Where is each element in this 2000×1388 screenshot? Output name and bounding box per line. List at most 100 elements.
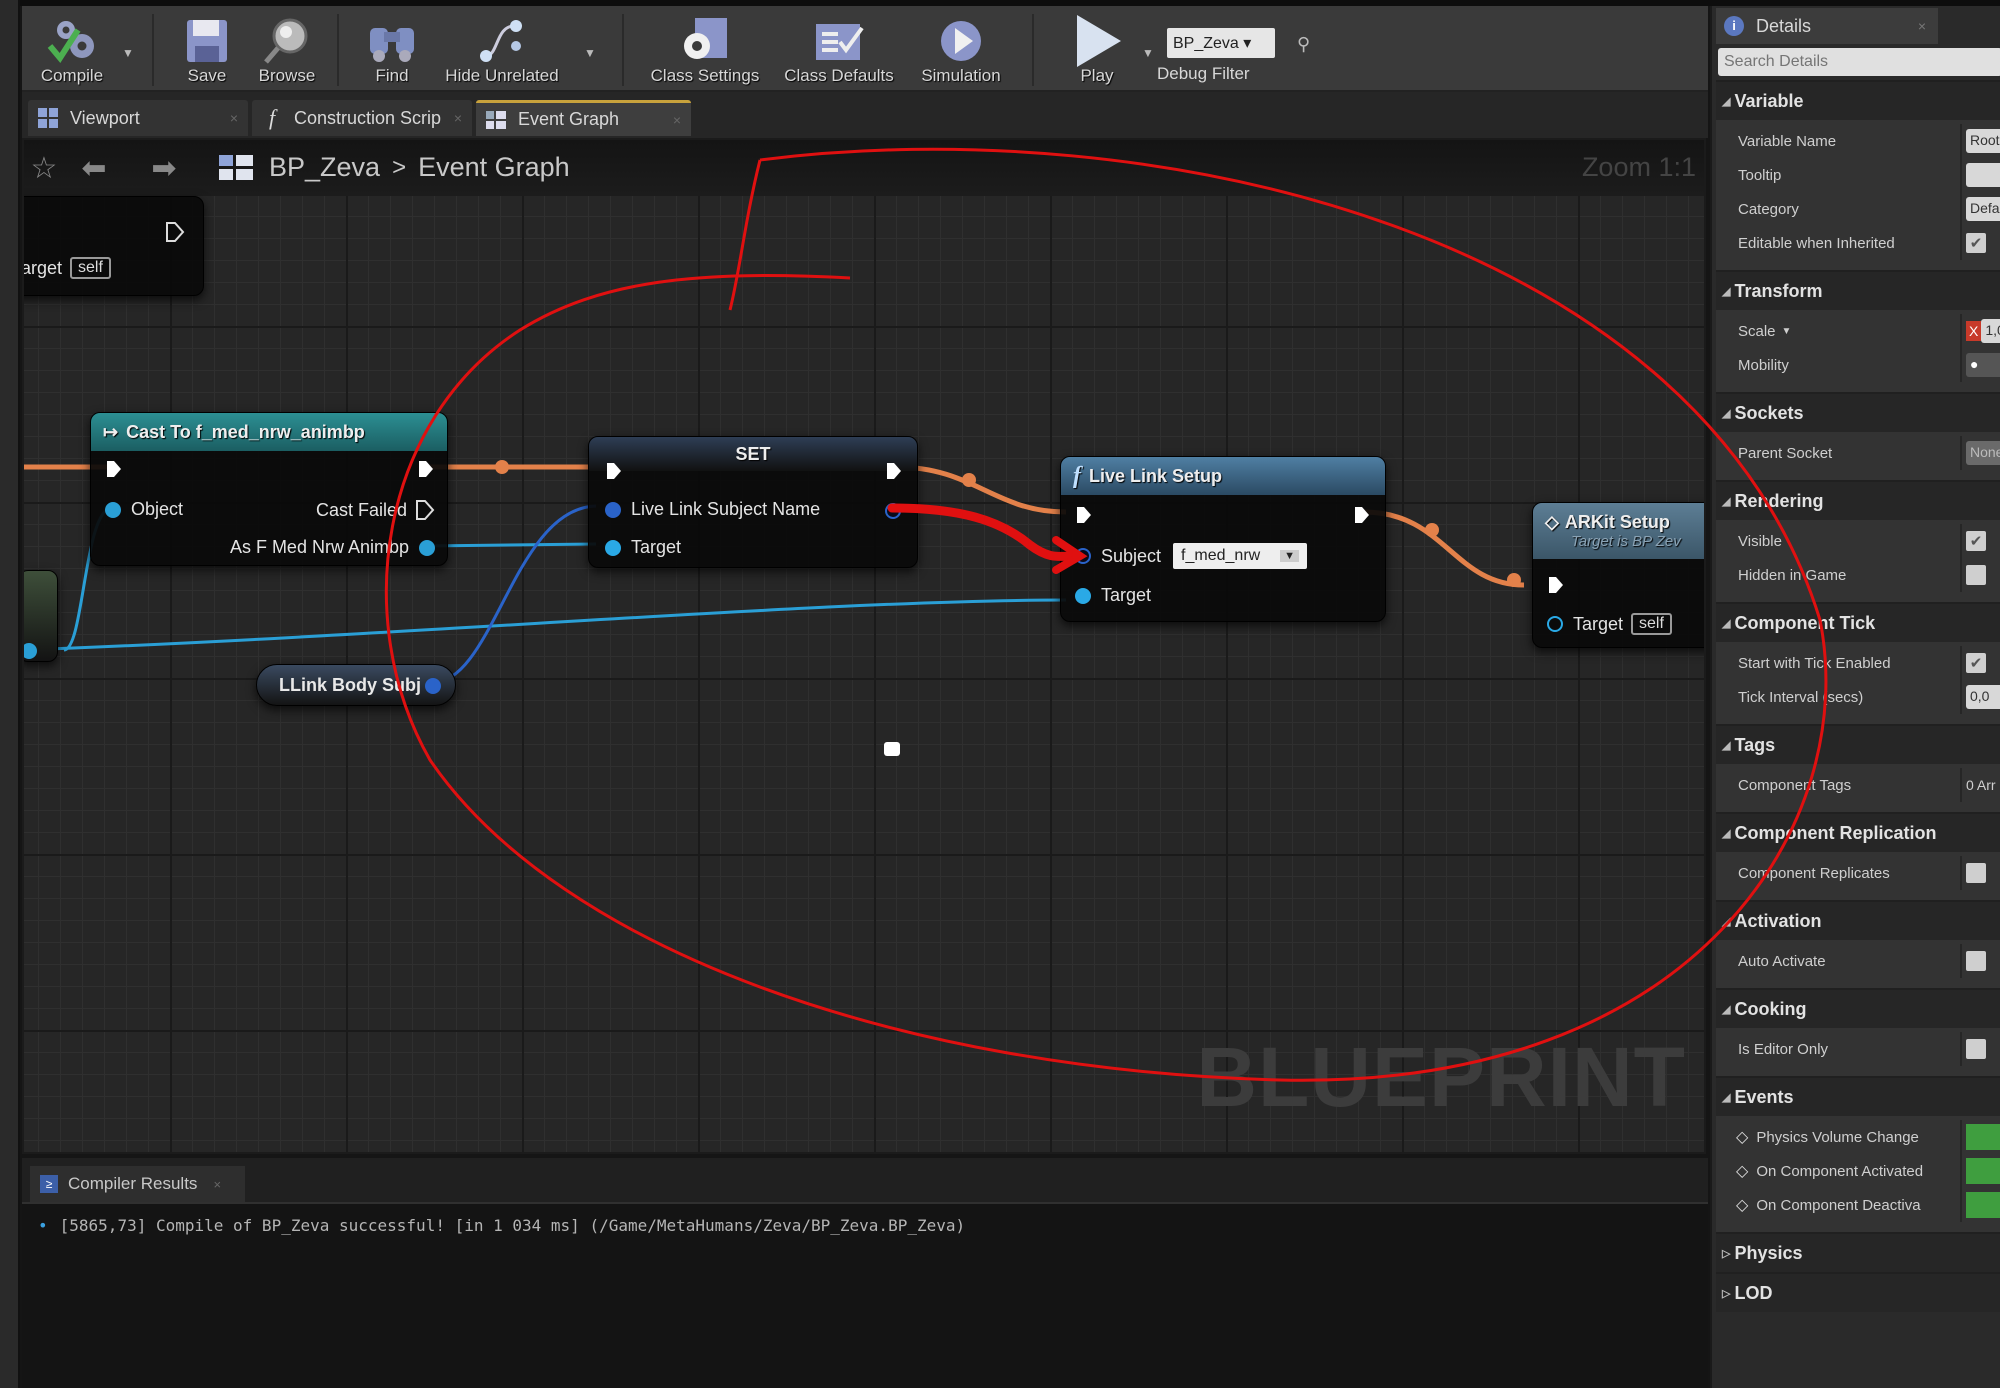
browse-button[interactable]: Browse <box>247 10 327 90</box>
section-tags[interactable]: ◢ Tags <box>1716 724 2000 764</box>
tab-viewport[interactable]: Viewport × <box>28 100 248 136</box>
section-sockets[interactable]: ◢ Sockets <box>1716 392 2000 432</box>
favorite-star-icon[interactable]: ☆ <box>24 148 64 188</box>
llink-body-subj-variable-node[interactable]: LLink Body Subj <box>256 664 456 706</box>
add-event-button[interactable] <box>1966 1124 2000 1150</box>
section-component-tick[interactable]: ◢ Component Tick <box>1716 602 2000 642</box>
cast-node[interactable]: ↦ Cast To f_med_nrw_animbp Object Cast F… <box>90 412 448 566</box>
editable-inherited-checkbox[interactable]: ✔ <box>1966 233 1986 253</box>
prop-scale: Scale▼X1,0 <box>1716 314 2000 348</box>
exec-wire-set-to-livelink <box>895 464 1067 515</box>
object-pin-icon <box>605 539 621 556</box>
arkit-setup-node[interactable]: ◇ ARKit Setup Target is BP Zev Target sel… <box>1532 502 1704 648</box>
section-cooking[interactable]: ◢ Cooking <box>1716 988 2000 1028</box>
close-icon[interactable]: × <box>1918 18 1926 34</box>
subject-dropdown-value: f_med_nrw <box>1181 547 1261 564</box>
prop-component-replicates: Component Replicates <box>1716 856 2000 890</box>
pin-label: arget <box>22 257 63 278</box>
section-transform[interactable]: ◢ Transform <box>1716 270 2000 310</box>
debug-filter-select[interactable]: BP_Zeva ▾ <box>1167 28 1275 58</box>
event-physics-volume-changed: ◇ Physics Volume Change <box>1716 1120 2000 1154</box>
set-node[interactable]: SET Live Link Subject Name Target <box>588 436 918 568</box>
partial-variable-node[interactable] <box>24 570 58 662</box>
target-pin: arget self <box>22 257 111 279</box>
hide-unrelated-icon <box>474 16 530 66</box>
event-graph-canvas[interactable]: ☆ ⬅ ➡ BP_Zeva > Event Graph Zoom 1:1 arg… <box>22 138 1706 1154</box>
target-self-value: self <box>1631 613 1672 635</box>
compile-options-dropdown[interactable]: ▼ <box>122 46 134 60</box>
subject-input-pin[interactable]: Subject f_med_nrw ▼ <box>1075 543 1308 569</box>
details-search-input[interactable] <box>1718 48 2000 76</box>
simulation-button[interactable]: Simulation <box>906 10 1016 90</box>
subject-name-output-pin[interactable] <box>885 503 901 519</box>
scale-x-field[interactable]: 1,0 <box>1981 319 2000 343</box>
variable-name-field[interactable]: Root <box>1966 129 2000 153</box>
live-link-target-pin[interactable]: Target <box>1075 585 1151 606</box>
section-rendering[interactable]: ◢ Rendering <box>1716 480 2000 520</box>
forward-arrow-icon[interactable]: ➡ <box>144 148 184 188</box>
play-button[interactable]: Play <box>1052 10 1142 90</box>
breadcrumb-graph[interactable]: Event Graph <box>418 152 570 183</box>
mobility-selector[interactable]: ● <box>1966 353 2000 377</box>
back-arrow-icon[interactable]: ⬅ <box>74 148 114 188</box>
hide-unrelated-label: Hide Unrelated <box>445 66 559 85</box>
debug-filter-search-icon[interactable]: ⚲ <box>1297 34 1310 55</box>
save-button[interactable]: Save <box>172 10 242 90</box>
object-input-pin[interactable]: Object <box>105 499 183 520</box>
visible-checkbox[interactable]: ✔ <box>1966 531 1986 551</box>
section-component-replication[interactable]: ◢ Component Replication <box>1716 812 2000 852</box>
name-pin-icon <box>605 501 621 518</box>
breadcrumb-blueprint[interactable]: BP_Zeva <box>269 152 380 183</box>
tooltip-field[interactable] <box>1966 163 2000 187</box>
close-icon[interactable]: × <box>230 110 238 126</box>
partial-function-node[interactable]: arget self <box>22 196 204 296</box>
subject-name-input-pin[interactable]: Live Link Subject Name <box>605 499 820 520</box>
arkit-target-pin[interactable]: Target self <box>1547 613 1672 635</box>
chevron-down-icon: ▼ <box>1280 550 1300 562</box>
hide-unrelated-dropdown[interactable]: ▼ <box>584 46 596 60</box>
log-entry[interactable]: • [5865,73] Compile of BP_Zeva successful… <box>38 1216 1692 1235</box>
tab-event-graph[interactable]: Event Graph × <box>476 100 691 136</box>
find-button[interactable]: Find <box>357 10 427 90</box>
hide-unrelated-button[interactable]: Hide Unrelated <box>432 10 572 90</box>
section-physics[interactable]: ▷ Physics <box>1716 1232 2000 1272</box>
prop-visible: Visible ✔ <box>1716 524 2000 558</box>
subject-dropdown[interactable]: f_med_nrw ▼ <box>1173 543 1308 569</box>
breadcrumb-separator: > <box>392 153 407 181</box>
component-tags-count: 0 Arr <box>1966 777 1996 793</box>
replicates-checkbox[interactable] <box>1966 863 1986 883</box>
section-activation[interactable]: ◢ Activation <box>1716 900 2000 940</box>
live-link-setup-node[interactable]: f Live Link Setup Subject f_med_nrw ▼ Ta… <box>1060 456 1386 622</box>
as-animbp-output-pin[interactable]: As F Med Nrw Animbp <box>230 537 435 558</box>
close-icon[interactable]: × <box>673 112 681 128</box>
tab-construction-script[interactable]: f Construction Scrip × <box>252 100 472 136</box>
auto-activate-checkbox[interactable] <box>1966 951 1986 971</box>
cast-failed-pin[interactable]: Cast Failed <box>316 499 435 521</box>
hidden-in-game-checkbox[interactable] <box>1966 565 1986 585</box>
simulation-icon <box>933 16 989 66</box>
section-lod[interactable]: ▷ LOD <box>1716 1272 2000 1312</box>
object-output-pin[interactable] <box>24 643 37 659</box>
section-variable[interactable]: ◢ Variable <box>1716 80 2000 120</box>
event-diamond-icon: ◇ <box>1736 1197 1749 1214</box>
tab-details[interactable]: i Details × <box>1716 8 1938 44</box>
start-tick-checkbox[interactable]: ✔ <box>1966 653 1986 673</box>
play-options-dropdown[interactable]: ▼ <box>1142 46 1154 60</box>
name-output-pin[interactable] <box>425 678 441 694</box>
section-events[interactable]: ◢ Events <box>1716 1076 2000 1116</box>
compile-button[interactable]: Compile <box>22 10 122 90</box>
editor-only-checkbox[interactable] <box>1966 1039 1986 1059</box>
class-defaults-button[interactable]: Class Defaults <box>774 10 904 90</box>
close-icon[interactable]: × <box>213 1177 221 1192</box>
category-field[interactable]: Defa <box>1966 197 2000 221</box>
class-defaults-icon <box>811 16 867 66</box>
tick-interval-field[interactable]: 0,0 <box>1966 685 2000 709</box>
set-target-pin[interactable]: Target <box>605 537 681 558</box>
tab-compiler-results[interactable]: ≥ Compiler Results × <box>30 1166 245 1202</box>
class-settings-button[interactable]: Class Settings <box>640 10 770 90</box>
parent-socket-field[interactable]: None <box>1966 441 2000 465</box>
toolbar-separator <box>1032 14 1034 86</box>
add-event-button[interactable] <box>1966 1192 2000 1218</box>
close-icon[interactable]: × <box>454 110 462 126</box>
add-event-button[interactable] <box>1966 1158 2000 1184</box>
